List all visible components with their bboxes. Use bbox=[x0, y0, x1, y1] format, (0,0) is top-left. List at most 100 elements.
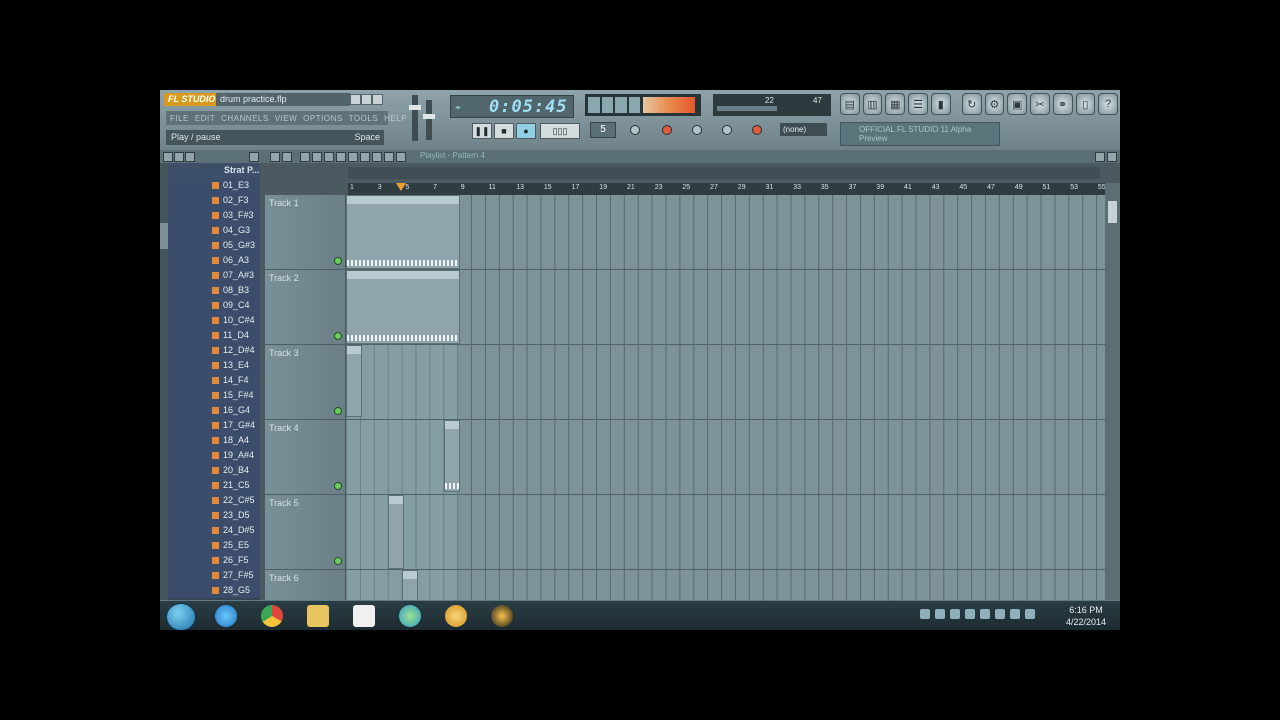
fl-studio-icon[interactable] bbox=[436, 603, 476, 629]
browser-item[interactable]: 20_B4 bbox=[168, 463, 260, 478]
track-header[interactable]: Track 1 bbox=[265, 195, 345, 270]
volume-icon[interactable] bbox=[1025, 609, 1035, 619]
tray-flag-icon[interactable] bbox=[980, 609, 990, 619]
browser-item[interactable]: 15_F#4 bbox=[168, 388, 260, 403]
browser-folder[interactable]: Strat P... bbox=[168, 163, 260, 178]
browser-item[interactable]: 18_A4 bbox=[168, 433, 260, 448]
browser-item[interactable]: 02_F3 bbox=[168, 193, 260, 208]
media-player-icon[interactable] bbox=[482, 603, 522, 629]
browser-item[interactable]: 21_C5 bbox=[168, 478, 260, 493]
blend-notes-icon[interactable] bbox=[722, 125, 732, 135]
scrub-tool-icon[interactable] bbox=[396, 152, 406, 162]
tray-network-icon[interactable] bbox=[950, 609, 960, 619]
playback-tool-icon[interactable] bbox=[384, 152, 394, 162]
browser-item[interactable]: 14_F4 bbox=[168, 373, 260, 388]
pattern-clip[interactable] bbox=[346, 345, 362, 417]
playlist-icon[interactable]: ▤ bbox=[840, 93, 860, 115]
master-volume-slider[interactable] bbox=[409, 95, 421, 141]
pattern-clip[interactable] bbox=[388, 495, 404, 569]
tempo-display[interactable]: ▯▯▯ bbox=[540, 123, 580, 139]
browser-item[interactable]: 05_G#3 bbox=[168, 238, 260, 253]
master-pitch-slider[interactable] bbox=[423, 100, 435, 140]
stop-button[interactable]: ■ bbox=[494, 123, 514, 139]
browser-item[interactable]: 09_C4 bbox=[168, 298, 260, 313]
playlist-grid[interactable] bbox=[346, 195, 1105, 602]
browser-item[interactable]: 11_D4 bbox=[168, 328, 260, 343]
browser-item[interactable]: 01_E3 bbox=[168, 178, 260, 193]
slice-tool-icon[interactable] bbox=[348, 152, 358, 162]
maximize-icon[interactable] bbox=[361, 94, 372, 105]
playlist-vertical-scrollbar[interactable] bbox=[1105, 183, 1120, 600]
plugin-icon[interactable]: ⚙ bbox=[984, 93, 1005, 115]
pattern-select[interactable]: (none) bbox=[780, 123, 827, 136]
track-mute-led[interactable] bbox=[334, 407, 342, 415]
menu-channels[interactable]: CHANNELS bbox=[221, 114, 269, 123]
playlist-horizontal-scrollbar[interactable] bbox=[348, 167, 1100, 179]
browser-item[interactable]: 12_D#4 bbox=[168, 343, 260, 358]
browser-item[interactable]: 19_A#4 bbox=[168, 448, 260, 463]
menu-file[interactable]: FILE bbox=[170, 114, 189, 123]
cut-icon[interactable]: ✂ bbox=[1030, 93, 1050, 115]
playhead-marker[interactable] bbox=[396, 183, 406, 191]
browser-collapse-icon[interactable] bbox=[185, 152, 195, 162]
select-tool-icon[interactable] bbox=[360, 152, 370, 162]
network-icon[interactable] bbox=[390, 603, 430, 629]
browser-item[interactable]: 03_F#3 bbox=[168, 208, 260, 223]
pattern-clip[interactable] bbox=[444, 420, 460, 492]
playlist-close-icon[interactable] bbox=[1107, 152, 1117, 162]
taskbar-clock[interactable]: 6:16 PM 4/22/2014 bbox=[1058, 604, 1114, 628]
minimize-icon[interactable] bbox=[350, 94, 361, 105]
browser-item[interactable]: 23_D5 bbox=[168, 508, 260, 523]
browser-view-icon[interactable] bbox=[174, 152, 184, 162]
mixer-icon[interactable]: ▮ bbox=[930, 93, 951, 115]
pattern-clip[interactable] bbox=[402, 570, 418, 602]
browser-item[interactable]: 08_B3 bbox=[168, 283, 260, 298]
browser-scrollbar[interactable] bbox=[160, 163, 168, 600]
track-mute-led[interactable] bbox=[334, 332, 342, 340]
metronome-toggle-icon[interactable] bbox=[630, 125, 640, 135]
browser-item[interactable]: 28_G5 bbox=[168, 583, 260, 598]
browser-item[interactable]: 22_C#5 bbox=[168, 493, 260, 508]
record-button[interactable]: ● bbox=[516, 123, 536, 139]
help-icon[interactable]: ? bbox=[1098, 93, 1118, 115]
folder-icon[interactable] bbox=[298, 603, 338, 629]
browser-icon[interactable]: ☰ bbox=[908, 93, 928, 115]
loop-record-icon[interactable] bbox=[752, 125, 762, 135]
close-icon[interactable] bbox=[372, 94, 383, 105]
start-button[interactable] bbox=[166, 603, 196, 630]
tray-expand-icon[interactable] bbox=[920, 609, 930, 619]
clipboard-icon[interactable]: ▯ bbox=[1075, 93, 1096, 115]
browser-item[interactable]: 24_D#5 bbox=[168, 523, 260, 538]
track-header[interactable]: Track 2 bbox=[265, 270, 345, 345]
refresh-icon[interactable]: ↻ bbox=[961, 93, 982, 115]
playlist-menu-icon[interactable] bbox=[270, 152, 280, 162]
browser-item[interactable]: 04_G3 bbox=[168, 223, 260, 238]
browser-item[interactable]: 17_G#4 bbox=[168, 418, 260, 433]
song-time-display[interactable]: ◂▸ 0:05:45 bbox=[450, 95, 574, 118]
track-header[interactable]: Track 4 bbox=[265, 420, 345, 495]
track-mute-led[interactable] bbox=[334, 482, 342, 490]
browser-item[interactable]: 27_F#5 bbox=[168, 568, 260, 583]
timeline-ruler[interactable]: 1 3 5 7 9 11 13 15 17 19 21 23 25 27 29 31 33 35 37 39 41 43 4… bbox=[348, 183, 1106, 195]
pattern-clip[interactable] bbox=[346, 270, 460, 344]
browser-item[interactable]: 26_F5 bbox=[168, 553, 260, 568]
tray-monitor-icon[interactable] bbox=[995, 609, 1005, 619]
snap-icon[interactable] bbox=[282, 152, 292, 162]
browser-item[interactable]: 06_A3 bbox=[168, 253, 260, 268]
track-mute-led[interactable] bbox=[334, 257, 342, 265]
pattern-number[interactable]: 5 bbox=[590, 122, 616, 138]
paint-tool-icon[interactable] bbox=[312, 152, 322, 162]
menu-help[interactable]: HELP bbox=[384, 114, 407, 123]
playlist-maximize-icon[interactable] bbox=[1095, 152, 1105, 162]
browser-item[interactable]: 13_E4 bbox=[168, 358, 260, 373]
browser-item[interactable]: 10_C#4 bbox=[168, 313, 260, 328]
apps-icon[interactable] bbox=[344, 603, 384, 629]
track-header[interactable]: Track 5 bbox=[265, 495, 345, 570]
menu-options[interactable]: OPTIONS bbox=[303, 114, 343, 123]
pause-button[interactable]: ❚❚ bbox=[472, 123, 492, 139]
track-header[interactable]: Track 3 bbox=[265, 345, 345, 420]
draw-tool-icon[interactable] bbox=[300, 152, 310, 162]
tray-app-icon[interactable] bbox=[935, 609, 945, 619]
zoom-tool-icon[interactable] bbox=[372, 152, 382, 162]
delete-tool-icon[interactable] bbox=[324, 152, 334, 162]
